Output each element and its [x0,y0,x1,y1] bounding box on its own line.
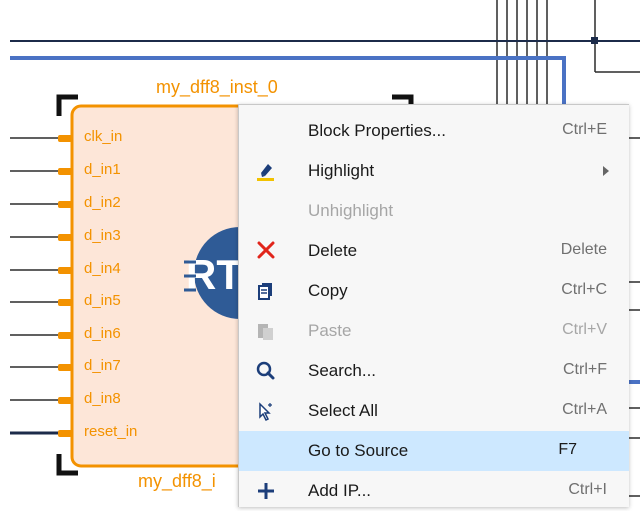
pin-connector [58,430,72,437]
pin-connector [58,201,72,208]
pin-label-d-in6: d_in6 [84,325,121,342]
pin-label-d-in1: d_in1 [84,161,121,178]
menu-item-label: Copy [308,281,348,300]
menu-item-label: Delete [308,241,358,260]
menu-item-shortcut: Ctrl+E [562,121,607,138]
block-instance-name-bottom: my_dff8_i [138,471,216,491]
block-instance-name: my_dff8_inst_0 [156,77,278,97]
pin-connector [58,267,72,274]
junction-dot [591,37,598,44]
menu-item-highlight[interactable]: Highlight [239,151,629,191]
menu-item-unhighlight[interactable]: Unhighlight [239,191,629,231]
menu-item-copy[interactable]: Copy Ctrl+C [239,271,629,311]
menu-item-block-properties[interactable]: Block Properties... Ctrl+E [239,111,629,151]
menu-item-shortcut: Ctrl+A [562,401,607,418]
menu-item-delete[interactable]: Delete Delete [239,231,629,271]
pin-connector [58,168,72,175]
pin-connectors[interactable] [58,135,72,437]
menu-item-select-all[interactable]: Select All Ctrl+A [239,391,629,431]
menu-item-label: Block Properties... [308,121,446,140]
paste-icon [253,319,279,343]
pin-label-d-in5: d_in5 [84,292,121,309]
copy-icon [253,279,279,303]
pin-label-d-in4: d_in4 [84,260,121,277]
menu-item-go-to-source[interactable]: Go to Source F7 [239,431,629,471]
menu-item-paste[interactable]: Paste Ctrl+V [239,311,629,351]
pin-connector [58,299,72,306]
menu-item-add-ip[interactable]: Add IP... Ctrl+I [239,471,629,511]
pin-connector [58,332,72,339]
search-icon [253,359,279,383]
menu-item-shortcut: F7 [558,441,577,458]
pin-label-d-in7: d_in7 [84,357,121,374]
menu-item-shortcut: Ctrl+I [568,481,607,498]
pin-connector [58,397,72,404]
pin-connector [58,234,72,241]
submenu-arrow-icon [603,166,609,176]
add-icon [253,479,279,503]
highlighter-icon [253,159,279,183]
pin-label-reset-in: reset_in [84,423,138,440]
menu-item-shortcut: Delete [560,241,607,258]
context-menu: Block Properties... Ctrl+E Highlight Unh… [238,104,629,507]
menu-item-shortcut: Ctrl+C [561,281,607,298]
menu-item-label: Search... [308,361,377,380]
pin-connector [58,364,72,371]
delete-x-icon [253,239,279,263]
pin-label-d-in3: d_in3 [84,227,121,244]
pin-label-d-in2: d_in2 [84,194,121,211]
menu-item-label: Paste [308,321,352,340]
pin-label-clk-in: clk_in [84,128,123,145]
menu-item-shortcut: Ctrl+F [563,361,607,378]
input-wires[interactable] [10,137,62,401]
menu-item-search[interactable]: Search... Ctrl+F [239,351,629,391]
menu-item-label: Unhighlight [308,201,394,220]
pin-connector [58,135,72,142]
menu-item-shortcut: Ctrl+V [562,321,607,338]
select-all-icon [253,399,279,423]
menu-item-label: Add IP... [308,481,372,500]
pin-label-d-in8: d_in8 [84,390,121,407]
menu-item-label: Select All [308,401,378,420]
menu-item-label: Go to Source [308,441,409,460]
right-wires [628,137,640,497]
bus-lines [496,0,640,104]
menu-item-label: Highlight [308,161,375,180]
